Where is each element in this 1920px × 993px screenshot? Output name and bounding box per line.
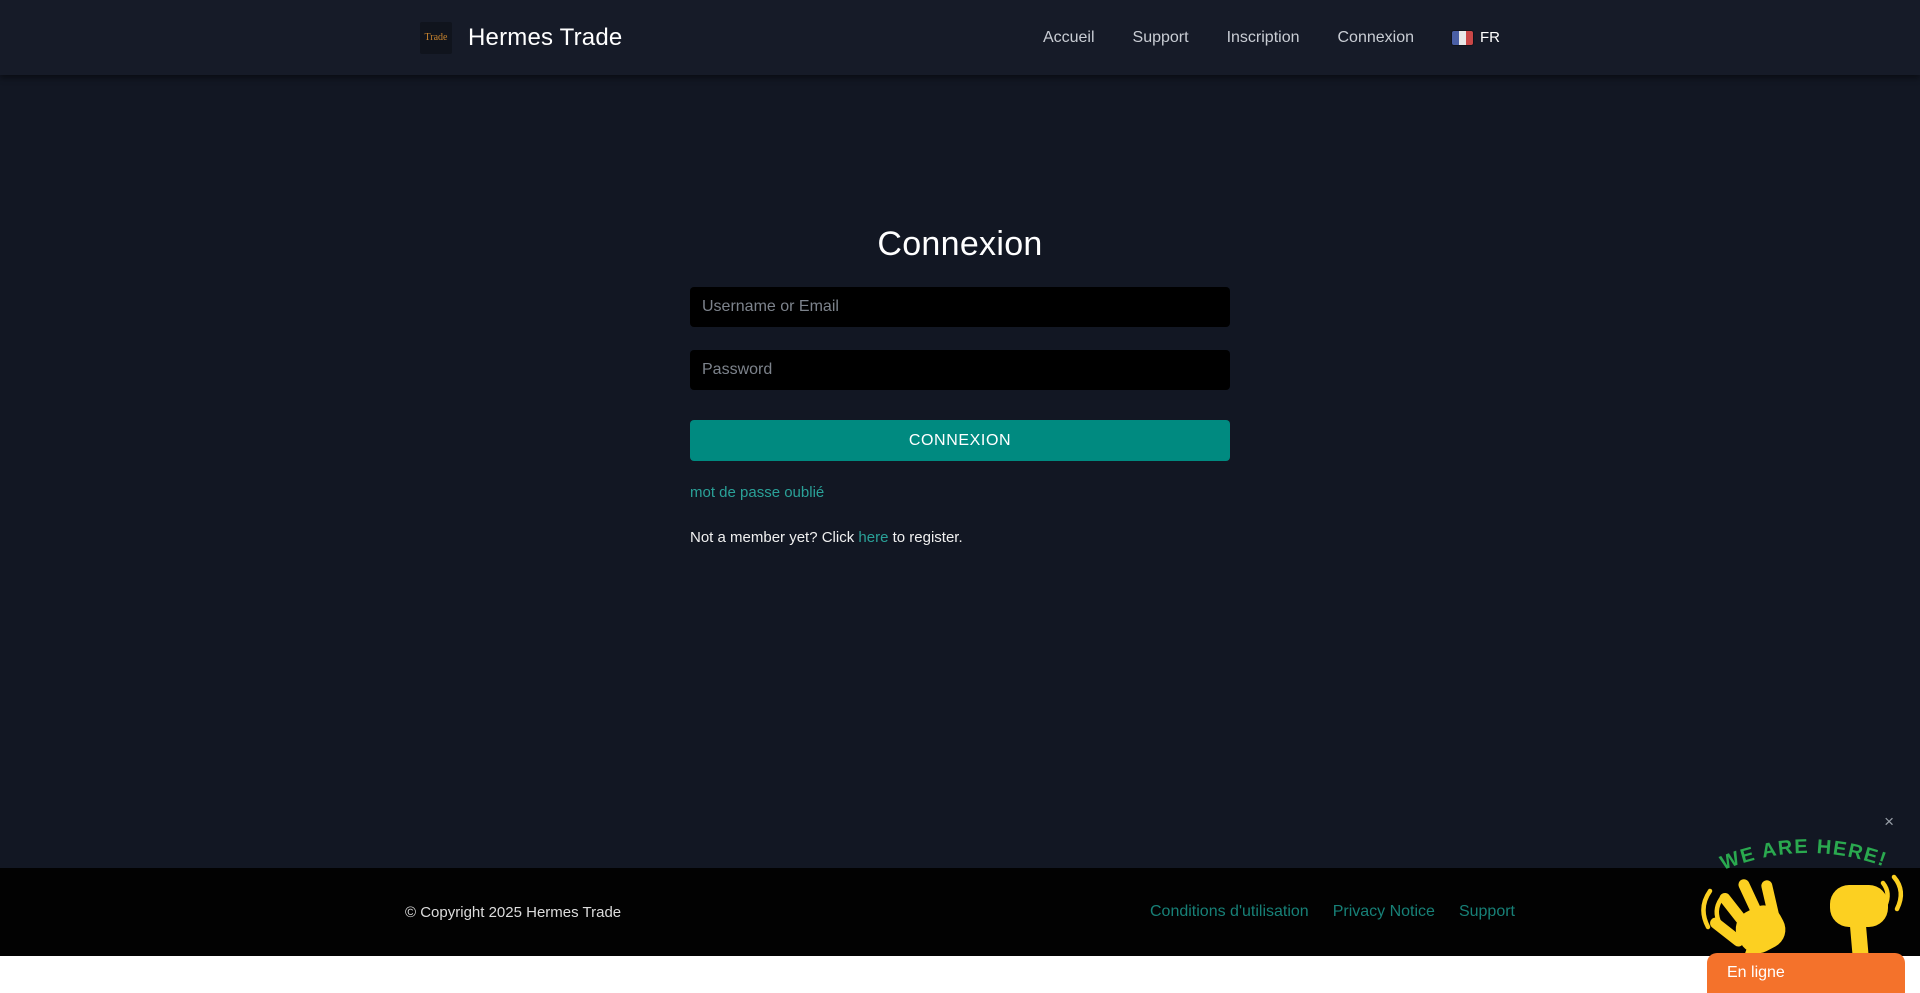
- copyright-text: © Copyright 2025 Hermes Trade: [405, 904, 621, 921]
- password-input[interactable]: [690, 350, 1230, 390]
- brand-home-link[interactable]: Trade Hermes Trade: [420, 22, 622, 54]
- language-selector[interactable]: FR: [1452, 29, 1500, 46]
- page-footer: © Copyright 2025 Hermes Trade Conditions…: [0, 868, 1920, 956]
- chat-status-bar[interactable]: En ligne: [1707, 953, 1905, 993]
- main-content: Connexion CONNEXION mot de passe oublié …: [0, 75, 1920, 868]
- nav-item-support[interactable]: Support: [1133, 29, 1189, 47]
- nav-item-connexion[interactable]: Connexion: [1338, 29, 1415, 47]
- nav-item-inscription[interactable]: Inscription: [1227, 29, 1300, 47]
- chat-status-label: En ligne: [1727, 964, 1785, 982]
- france-flag-icon: [1452, 31, 1473, 45]
- footer-container: © Copyright 2025 Hermes Trade Conditions…: [405, 903, 1515, 921]
- footer-link-support[interactable]: Support: [1459, 903, 1515, 921]
- brand-name: Hermes Trade: [468, 24, 622, 52]
- footer-link-privacy[interactable]: Privacy Notice: [1333, 903, 1435, 921]
- register-suffix: to register.: [888, 529, 962, 546]
- username-input[interactable]: [690, 287, 1230, 327]
- main-navigation: Accueil Support Inscription Connexion FR: [1043, 29, 1500, 47]
- navbar-container: Trade Hermes Trade Accueil Support Inscr…: [405, 22, 1515, 54]
- register-prefix: Not a member yet? Click: [690, 529, 858, 546]
- bottom-strip: [0, 956, 1920, 993]
- login-form: Connexion CONNEXION mot de passe oublié …: [690, 75, 1230, 546]
- brand-logo-icon: Trade: [420, 22, 452, 54]
- page-title: Connexion: [690, 225, 1230, 264]
- register-prompt: Not a member yet? Click here to register…: [690, 529, 1230, 546]
- footer-link-terms[interactable]: Conditions d'utilisation: [1150, 903, 1309, 921]
- forgot-password-link[interactable]: mot de passe oublié: [690, 484, 824, 501]
- top-navbar: Trade Hermes Trade Accueil Support Inscr…: [0, 0, 1920, 75]
- footer-links: Conditions d'utilisation Privacy Notice …: [1150, 903, 1515, 921]
- register-here-link[interactable]: here: [858, 529, 888, 546]
- nav-item-accueil[interactable]: Accueil: [1043, 29, 1095, 47]
- language-code: FR: [1480, 29, 1500, 46]
- login-submit-button[interactable]: CONNEXION: [690, 420, 1230, 461]
- brand-logo-text: Trade: [425, 32, 448, 43]
- chat-widget: × WE ARE HERE!: [1698, 809, 1910, 993]
